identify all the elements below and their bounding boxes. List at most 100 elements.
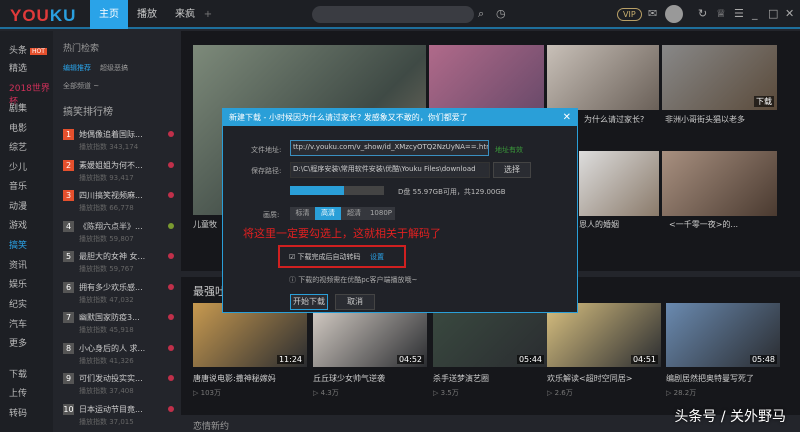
trend-icon: [168, 222, 174, 229]
duration: 04:52: [396, 355, 424, 364]
subtab-editor[interactable]: 编辑推荐: [63, 63, 91, 73]
sidebar-item[interactable]: 更多: [9, 336, 27, 349]
sidebar-item[interactable]: 汽车: [9, 317, 27, 330]
video-title[interactable]: 恩人的婚姻: [579, 219, 619, 230]
sidebar-item-upload[interactable]: 上传: [9, 386, 27, 399]
rank-title: 《陈翔六点半》...: [79, 221, 143, 231]
sidebar-item-transcode[interactable]: 转码: [9, 406, 27, 419]
rank-number: 1: [63, 129, 74, 140]
tab-home[interactable]: 主页: [90, 0, 128, 29]
duration: 05:48: [749, 355, 777, 364]
save-path-input[interactable]: D:\C\程序安装\常用软件安装\优酷\Youku Files\download: [290, 162, 490, 178]
quality-shd[interactable]: 超清: [341, 207, 367, 220]
quality-sd[interactable]: 标清: [290, 207, 315, 220]
sidebar-item-download[interactable]: 下载: [9, 367, 27, 380]
sidebar-item[interactable]: 电影: [9, 121, 27, 134]
sidebar-item[interactable]: 综艺: [9, 140, 27, 153]
search-input[interactable]: [312, 6, 474, 23]
subtab-spoof[interactable]: 超级恶搞: [100, 63, 128, 73]
sidebar: 头条 HOT 精选 2018世界杯 剧集 电影 综艺 少儿 音乐 动漫 游戏 搞笑…: [0, 31, 53, 432]
sidebar-item[interactable]: 剧集: [9, 101, 27, 114]
rank-title: 日本运动节目竟...: [79, 404, 143, 414]
video-title[interactable]: 编剧居然把奥特曼写死了: [666, 373, 754, 384]
play-icon: ▷: [193, 389, 201, 397]
video-thumbnail[interactable]: [579, 151, 659, 216]
sidebar-item-headline[interactable]: 头条 HOT: [9, 43, 47, 56]
add-tab-button[interactable]: +: [198, 0, 218, 29]
video-thumbnail[interactable]: 下载: [662, 45, 777, 110]
sidebar-item[interactable]: 游戏: [9, 218, 27, 231]
rank-number: 10: [63, 403, 74, 415]
video-title[interactable]: 杀手送梦演艺圈: [433, 373, 489, 384]
rank-views: 播放指数 66,778: [79, 204, 134, 212]
rank-title: 可们发动投实实...: [79, 374, 143, 383]
menu-icon[interactable]: ☰: [734, 7, 744, 20]
play-icon: ▷: [547, 389, 555, 397]
channel-filter[interactable]: 全部频道 ~: [63, 81, 99, 91]
history-icon[interactable]: ◷: [496, 7, 506, 20]
sidebar-item[interactable]: 动漫: [9, 199, 27, 212]
top-bar: YOUKU 主页 播放 来疯 + ⌕ ◷ VIP ✉ ↻ ♕ ☰ _ □ ✕: [0, 0, 800, 29]
rank-title: 搞笑排行榜: [63, 107, 113, 118]
close-icon[interactable]: ✕: [785, 7, 794, 20]
rank-views: 播放指数 41,326: [79, 356, 134, 365]
video-title[interactable]: 欢乐解读<超时空同居>: [547, 373, 632, 384]
url-input[interactable]: ttp://v.youku.com/v_show/id_XMzcyOTQ2NzU…: [290, 140, 489, 156]
rank-views: 播放指数 45,918: [79, 326, 134, 334]
trend-icon: [168, 131, 174, 137]
video-title[interactable]: 儿童牧: [193, 219, 217, 230]
sidebar-item[interactable]: 音乐: [9, 179, 27, 192]
dialog-title-bar: 新建下载 - 小时候因为什么请过家长? 发感象又不敢的，你们都爱了 ✕: [223, 109, 577, 126]
rank-title: 最胆大的女神 女...: [79, 252, 146, 261]
rank-title: 拥有多少欢乐感...: [79, 282, 143, 292]
quality-1080p[interactable]: 1080P: [367, 207, 395, 220]
rank-title: 小心身后的人 求...: [79, 343, 146, 353]
sidebar-item[interactable]: 娱乐: [9, 277, 27, 290]
video-thumbnail[interactable]: [662, 151, 777, 216]
video-title[interactable]: 为什么请过家长?: [584, 114, 644, 125]
youku-logo[interactable]: YOUKU: [10, 6, 76, 26]
url-valid-status: 地址有效: [495, 146, 523, 154]
maximize-icon[interactable]: □: [768, 7, 778, 20]
video-title[interactable]: 唐唐说电影:撒神秘嫁妈: [193, 373, 276, 384]
video-title[interactable]: <一千零一夜>的...: [669, 219, 738, 230]
minimize-icon[interactable]: _: [752, 7, 758, 20]
disk-space-text: D盘 55.97GB可用，共129.00GB: [398, 188, 506, 196]
video-title[interactable]: 非洲小哥街头猖以老多: [665, 114, 745, 125]
path-label: 保存路径:: [251, 167, 282, 175]
rank-title: 她偶像追着国际...: [79, 130, 143, 139]
video-thumbnail[interactable]: [429, 45, 544, 110]
mail-icon[interactable]: ✉: [648, 7, 657, 20]
vip-button[interactable]: VIP: [617, 8, 642, 21]
url-label: 文件地址:: [251, 146, 282, 154]
sidebar-item[interactable]: 少儿: [9, 160, 27, 173]
sidebar-item[interactable]: 资讯: [9, 258, 27, 271]
trend-icon: [168, 375, 174, 381]
rank-views: 播放指数 37,015: [79, 417, 134, 426]
sidebar-item[interactable]: 精选: [9, 61, 27, 74]
video-views: ▷ 4.3万: [313, 388, 339, 398]
quality-hd-selected[interactable]: 高清: [315, 207, 341, 220]
sidebar-item-funny-active[interactable]: 搞笑: [9, 238, 27, 251]
close-icon[interactable]: ✕: [563, 109, 571, 126]
rank-number: 7: [63, 312, 74, 323]
rank-views: 播放指数 37,408: [79, 387, 134, 395]
skin-icon[interactable]: ♕: [716, 7, 726, 20]
start-download-button[interactable]: 开始下载: [290, 294, 328, 310]
views-count: 2.6万: [554, 389, 573, 397]
cancel-button[interactable]: 取消: [335, 294, 375, 310]
video-thumbnail[interactable]: [547, 45, 659, 110]
video-thumbnail[interactable]: 05:48: [666, 303, 780, 367]
tab-play[interactable]: 播放: [128, 0, 166, 29]
video-title[interactable]: 丘丘球少女帅气逆袭: [313, 373, 385, 384]
play-icon: ▷: [313, 389, 321, 397]
rank-number: 5: [63, 251, 74, 262]
annotation-text: 将这里一定要勾选上，这就相关于解码了: [243, 227, 441, 240]
auto-transcode-checkbox[interactable]: ☑ 下载完成后自动转码: [289, 252, 361, 262]
refresh-icon[interactable]: ↻: [698, 7, 707, 20]
avatar[interactable]: [665, 5, 683, 23]
choose-path-button[interactable]: 选择: [493, 162, 531, 178]
sidebar-item[interactable]: 纪实: [9, 297, 27, 310]
settings-link[interactable]: 设置: [370, 252, 384, 262]
search-icon[interactable]: ⌕: [478, 7, 484, 21]
